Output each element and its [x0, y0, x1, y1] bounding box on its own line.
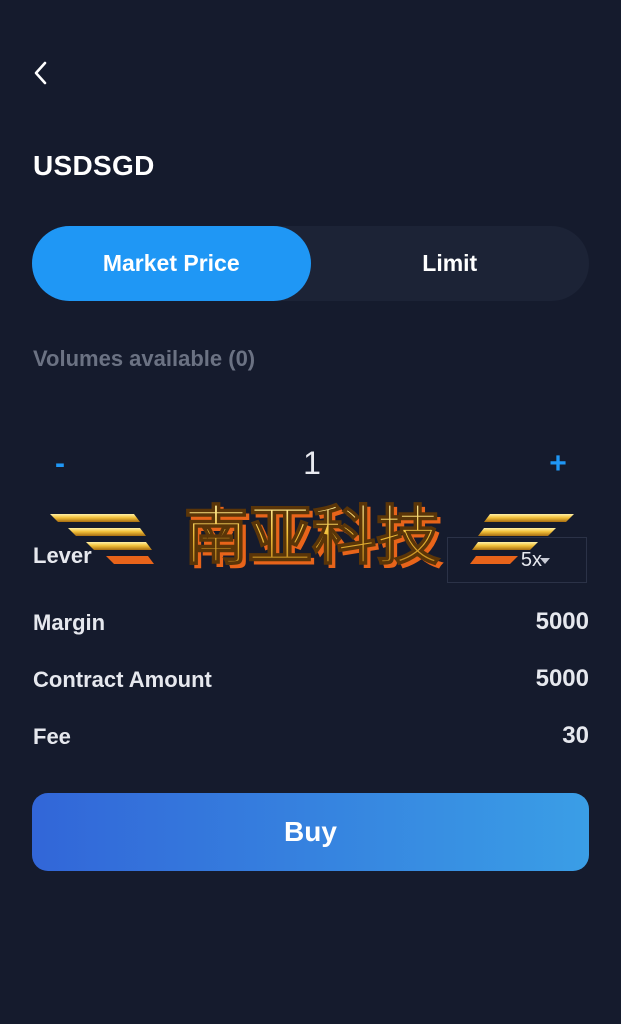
lever-label: Lever: [33, 543, 92, 568]
volumes-available-label: Volumes available (0): [33, 346, 256, 371]
contract-amount-label: Contract Amount: [33, 667, 212, 692]
fee-label: Fee: [33, 724, 71, 749]
margin-label: Margin: [33, 610, 106, 635]
watermark-text: 南亚科技: [184, 500, 440, 574]
lever-selected-value: 5x: [520, 548, 542, 571]
quantity-increase-button[interactable]: +: [538, 444, 578, 484]
margin-value: 5000: [535, 608, 589, 635]
back-button[interactable]: [26, 56, 56, 90]
tab-market-price[interactable]: Market Price: [32, 226, 311, 301]
fee-value: 30: [562, 722, 589, 749]
buy-button[interactable]: Buy: [32, 793, 589, 871]
quantity-decrease-button[interactable]: -: [40, 444, 80, 484]
lever-select[interactable]: 5x: [447, 537, 587, 583]
caret-down-icon: [540, 558, 550, 564]
chevron-left-icon: [34, 61, 47, 85]
quantity-input[interactable]: [250, 440, 374, 486]
tab-limit[interactable]: Limit: [311, 226, 590, 301]
watermark-text-shadow: 南亚科技: [188, 504, 444, 576]
page-title: USDSGD: [33, 150, 155, 181]
contract-amount-value: 5000: [535, 665, 589, 692]
order-type-tabs: Market Price Limit: [32, 226, 589, 301]
